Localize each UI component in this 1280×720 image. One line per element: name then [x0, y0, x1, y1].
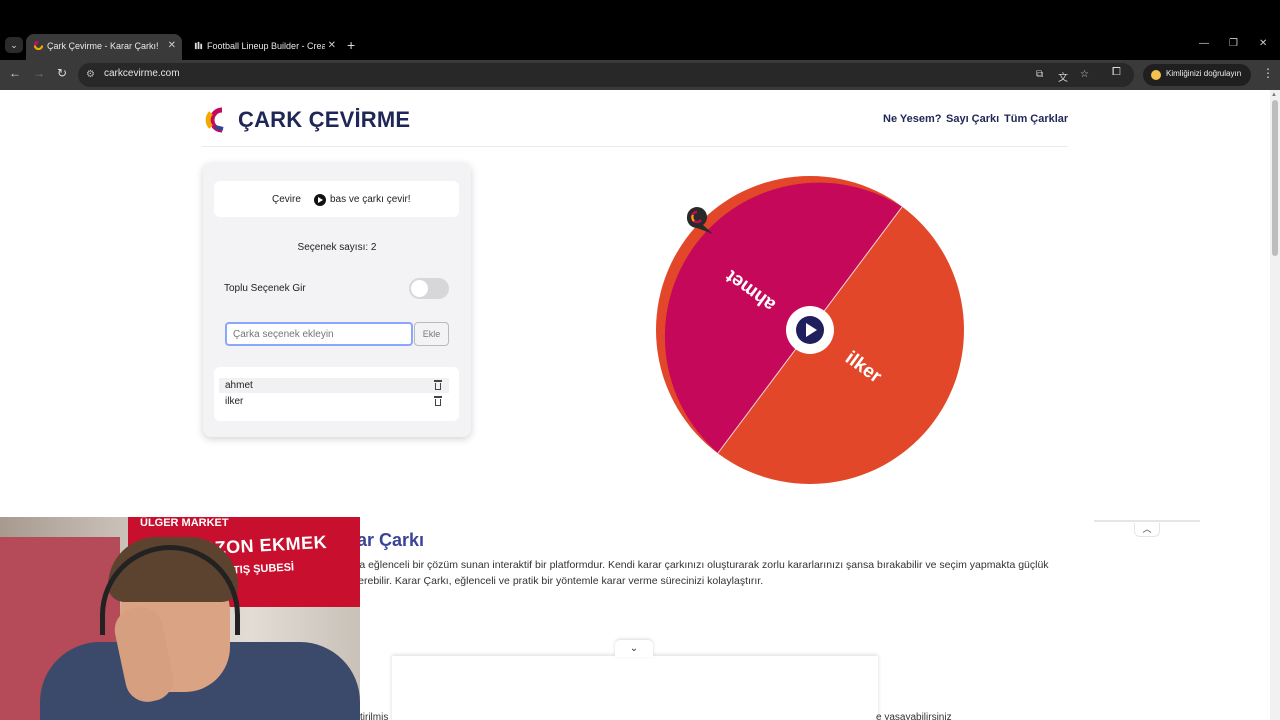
- bookmark-star-icon[interactable]: ☆: [1080, 69, 1089, 80]
- nav-link-sayi-carki[interactable]: Sayı Çarkı: [946, 113, 999, 125]
- close-tab-icon[interactable]: ✕: [328, 34, 336, 58]
- tab-cark-cevirme[interactable]: Çark Çevirme - Karar Çarkı! ✕: [26, 34, 182, 60]
- bottom-text-right: e yaşayabilirsiniz: [876, 712, 952, 720]
- section-title: rar Çarkı: [350, 530, 425, 550]
- ad-container: [392, 656, 878, 720]
- scrollbar-thumb[interactable]: [1272, 100, 1278, 256]
- arrow-right-icon[interactable]: →: [33, 66, 45, 80]
- tab-football-lineup[interactable]: Football Lineup Builder - Create ✕: [186, 34, 342, 60]
- nav-link-tum-carklar[interactable]: Tüm Çarklar: [1004, 113, 1068, 125]
- site-settings-icon[interactable]: ⚙: [86, 69, 98, 81]
- bar-chart-favicon-icon: [194, 41, 203, 50]
- translate-icon[interactable]: 文: [1058, 69, 1068, 84]
- options-list: ahmet ilker: [214, 367, 459, 421]
- option-name[interactable]: ahmet: [225, 380, 253, 391]
- address-bar[interactable]: ⚙ carkcevirme.com ⧉ 文 ☆: [78, 63, 1134, 87]
- tab-search-button[interactable]: ⌄: [5, 37, 23, 53]
- tab-title: Çark Çevirme - Karar Çarkı!: [47, 41, 159, 51]
- chevron-up-icon[interactable]: ︿: [1134, 523, 1160, 537]
- instruction-box: Çevire bas ve çarkı çevir!: [214, 181, 459, 217]
- option-input[interactable]: [225, 322, 413, 346]
- extensions-icon[interactable]: ⧠: [1112, 66, 1121, 79]
- instruction-before: Çevire: [272, 194, 301, 205]
- trash-icon[interactable]: [434, 380, 442, 390]
- brand-title[interactable]: ÇARK ÇEVİRME: [238, 107, 410, 133]
- chevron-down-icon[interactable]: ⌄: [615, 640, 653, 657]
- list-item: ilker: [219, 394, 449, 409]
- instruction-after: bas ve çarkı çevir!: [330, 194, 411, 205]
- browser-menu-icon[interactable]: ⋮: [1262, 66, 1274, 80]
- option-name[interactable]: ilker: [225, 396, 243, 407]
- trash-icon[interactable]: [434, 396, 442, 406]
- scroll-up-icon[interactable]: ▲: [1271, 92, 1277, 98]
- option-count: Seçenek sayısı: 2: [297, 242, 377, 253]
- list-item: ahmet: [219, 378, 449, 393]
- reload-icon[interactable]: ↻: [57, 66, 67, 80]
- intro-paragraph-line: ara eğlenceli bir çözüm sunan interaktif…: [350, 559, 1049, 571]
- browser-tab-bar: ⌄ Çark Çevirme - Karar Çarkı! ✕ Football…: [0, 0, 1280, 60]
- play-circle-icon: [314, 194, 326, 206]
- tab-title: Football Lineup Builder - Create: [207, 41, 325, 51]
- shop-sign-top: ÜLGER MARKET: [140, 517, 229, 529]
- browser-toolbar: ← → ↻ ⚙ carkcevirme.com ⧉ 文 ☆ ⧠ Kimliğin…: [0, 60, 1280, 90]
- bulk-input-toggle[interactable]: [409, 278, 449, 299]
- add-option-button[interactable]: Ekle: [414, 322, 449, 346]
- nav-link-ne-yesem[interactable]: Ne Yesem?: [883, 113, 942, 125]
- arrow-left-icon[interactable]: ←: [9, 66, 21, 80]
- brand-logo-icon[interactable]: [203, 105, 229, 135]
- toggle-knob: [411, 280, 428, 297]
- bottom-text-left: tirilmiş: [360, 712, 389, 720]
- close-tab-icon[interactable]: ✕: [168, 34, 176, 58]
- profile-warning-icon: [1151, 70, 1161, 80]
- profile-label: Kimliğinizi doğrulayın: [1166, 69, 1242, 78]
- new-tab-plus-icon[interactable]: +: [347, 37, 355, 53]
- bulk-input-label: Toplu Seçenek Gir: [224, 283, 306, 294]
- restore-icon[interactable]: ❐: [1229, 38, 1238, 49]
- url-text: carkcevirme.com: [104, 68, 180, 79]
- webcam-overlay: ÜLGER MARKET TARZON EKMEK FIRINI TIŞ ŞUB…: [0, 517, 360, 720]
- minimize-icon[interactable]: —: [1199, 38, 1209, 49]
- intro-paragraph-line: sterebilir. Karar Çarkı, eğlenceli ve pr…: [350, 575, 764, 587]
- page-scrollbar[interactable]: ▲: [1270, 90, 1280, 720]
- install-app-icon[interactable]: ⧉: [1036, 69, 1043, 80]
- wheel-pointer-icon: [686, 207, 713, 234]
- profile-button[interactable]: Kimliğinizi doğrulayın: [1143, 64, 1251, 86]
- close-window-icon[interactable]: ✕: [1259, 38, 1267, 49]
- site-favicon-icon: [34, 41, 43, 50]
- options-panel: Çevire bas ve çarkı çevir! Seçenek sayıs…: [203, 163, 471, 437]
- header-divider: [202, 146, 1068, 147]
